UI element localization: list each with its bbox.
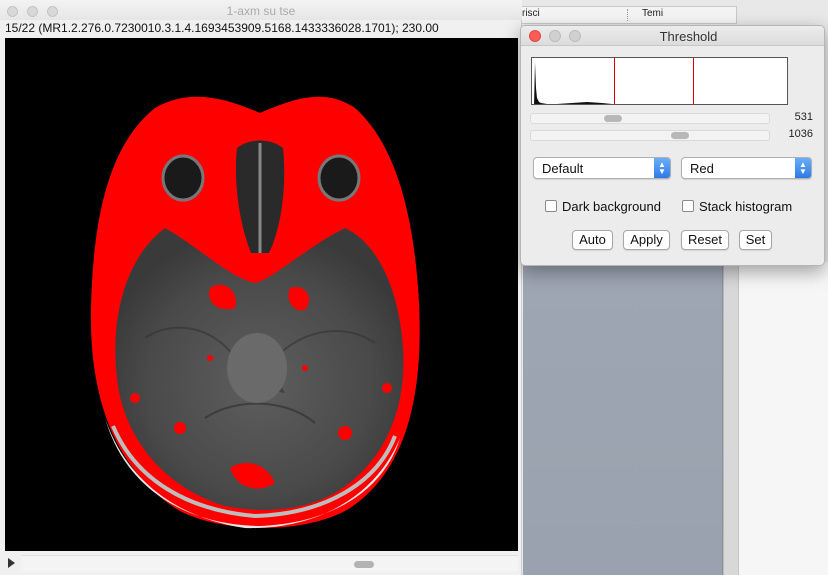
method-select-value: Default bbox=[542, 161, 584, 176]
image-window: 1-axm su tse 15/22 (MR1.2.276.0.7230010.… bbox=[0, 0, 522, 575]
menu-separator bbox=[627, 9, 628, 21]
max-threshold-value: 1036 bbox=[788, 128, 813, 140]
chevron-updown-icon: ▲ ▼ bbox=[654, 158, 670, 178]
dark-background-checkbox[interactable]: Dark background bbox=[545, 199, 661, 214]
set-button[interactable]: Set bbox=[739, 230, 772, 250]
slice-scrollbar[interactable] bbox=[5, 554, 518, 572]
play-icon[interactable] bbox=[8, 558, 15, 568]
background-menu-item[interactable]: Temi bbox=[642, 8, 663, 19]
max-threshold-thumb[interactable] bbox=[671, 132, 689, 139]
stack-histogram-checkbox[interactable]: Stack histogram bbox=[682, 199, 792, 214]
chevron-updown-icon: ▲ ▼ bbox=[795, 158, 811, 178]
apply-button[interactable]: Apply bbox=[623, 230, 670, 250]
background-menubar bbox=[515, 6, 737, 24]
checkbox-box[interactable] bbox=[545, 200, 557, 212]
image-window-titlebar[interactable]: 1-axm su tse bbox=[0, 0, 522, 20]
method-select[interactable]: Default ▲ ▼ bbox=[533, 157, 671, 179]
display-mode-select-value: Red bbox=[690, 161, 714, 176]
dark-background-label: Dark background bbox=[562, 199, 661, 214]
reset-button[interactable]: Reset bbox=[681, 230, 729, 250]
image-info-line: 15/22 (MR1.2.276.0.7230010.3.1.4.1693453… bbox=[5, 21, 439, 35]
histogram bbox=[531, 57, 788, 105]
display-mode-select[interactable]: Red ▲ ▼ bbox=[681, 157, 812, 179]
min-threshold-value: 531 bbox=[794, 111, 813, 123]
checkbox-box[interactable] bbox=[682, 200, 694, 212]
mri-image-canvas[interactable] bbox=[5, 38, 518, 551]
max-threshold-slider[interactable] bbox=[530, 130, 770, 141]
min-threshold-thumb[interactable] bbox=[604, 115, 622, 122]
background-menu-item[interactable]: risci bbox=[522, 8, 540, 19]
min-threshold-slider[interactable] bbox=[530, 113, 770, 124]
background-panel bbox=[523, 262, 723, 575]
slice-scroll-track[interactable] bbox=[21, 555, 518, 571]
background-scrollbar[interactable] bbox=[723, 262, 739, 575]
histogram-selection-box bbox=[614, 58, 694, 104]
image-window-title: 1-axm su tse bbox=[226, 4, 296, 18]
slice-scroll-thumb[interactable] bbox=[354, 561, 374, 568]
threshold-dialog-title: Threshold bbox=[659, 29, 718, 44]
auto-button[interactable]: Auto bbox=[572, 230, 613, 250]
background-content bbox=[739, 262, 828, 575]
threshold-dialog-titlebar[interactable]: Threshold bbox=[521, 26, 824, 46]
stack-histogram-label: Stack histogram bbox=[699, 199, 793, 214]
threshold-dialog: Threshold 531 1036 Default ▲ ▼ Red ▲ ▼ Dar… bbox=[520, 25, 825, 266]
brainstem bbox=[227, 333, 287, 403]
